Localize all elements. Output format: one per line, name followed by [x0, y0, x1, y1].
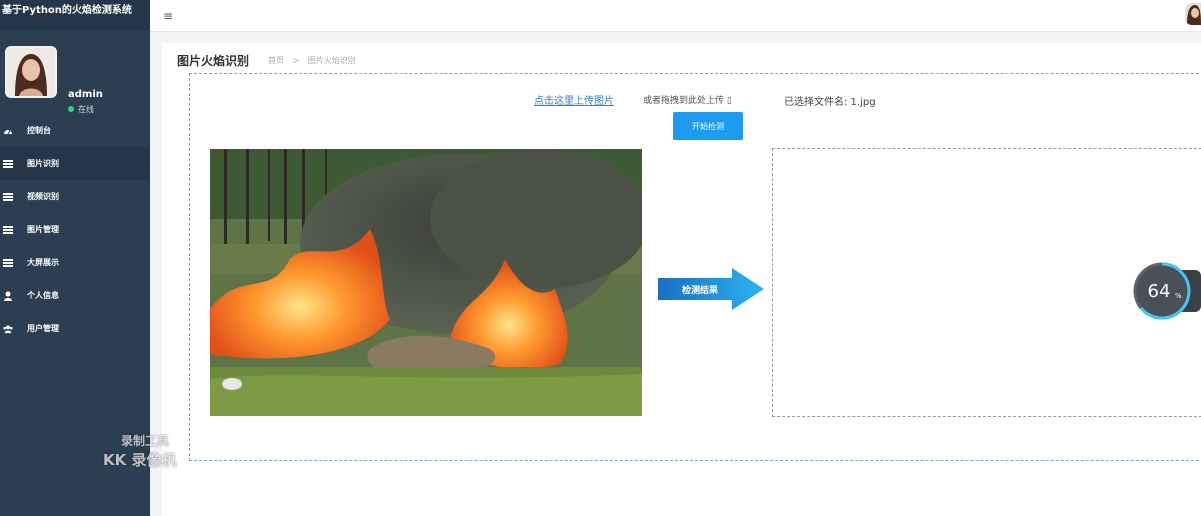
detection-result-arrow: 检测结果 [658, 268, 764, 310]
users-icon [3, 324, 13, 334]
menu-toggle-icon[interactable]: ≡ [163, 9, 173, 23]
online-dot-icon [68, 106, 74, 112]
app-title: 基于Python的火焰检测系统 [0, 0, 150, 30]
list-icon [3, 225, 13, 235]
selected-file-label: 已选择文件名: 1.jpg [784, 97, 876, 108]
list-icon [3, 192, 13, 202]
watermark-line1: 录制工具 [121, 434, 170, 448]
sidebar-item-image-recognition[interactable]: 图片识别 [0, 147, 150, 180]
sidebar-item-profile[interactable]: 个人信息 [0, 279, 150, 312]
sidebar-item-label: 图片识别 [27, 159, 59, 168]
sidebar-menu: 控制台 图片识别 视频识别 图片管理 大屏展示 个人信息 用户管理 [0, 114, 150, 345]
main-content: 图片火焰识别 首页 > 图片火焰识别 点击这里上传图片 或者拖拽到此处上传 ▯ … [162, 43, 1201, 516]
sidebar-item-label: 大屏展示 [27, 258, 59, 267]
watermark: 录制工具 KK 录像机 [103, 432, 176, 470]
top-bar: ≡ [150, 0, 1201, 32]
sidebar-item-video-recognition[interactable]: 视频识别 [0, 180, 150, 213]
sidebar-item-image-management[interactable]: 图片管理 [0, 213, 150, 246]
title-bar: 图片火焰识别 首页 > 图片火焰识别 [162, 43, 1201, 73]
sidebar-item-label: 视频识别 [27, 192, 59, 201]
progress-unit: % [1175, 292, 1182, 300]
upload-link[interactable]: 点击这里上传图片 [534, 92, 614, 107]
breadcrumb-home[interactable]: 首页 [268, 56, 284, 65]
drag-hint: 或者拖拽到此处上传 ▯ [643, 96, 732, 106]
start-detection-button[interactable]: 开始检测 [673, 112, 743, 140]
top-avatar[interactable] [1185, 3, 1201, 25]
sidebar-item-user-management[interactable]: 用户管理 [0, 312, 150, 345]
sidebar-item-big-screen[interactable]: 大屏展示 [0, 246, 150, 279]
sidebar-item-label: 图片管理 [27, 225, 59, 234]
dashboard-icon [3, 126, 13, 136]
list-icon [3, 159, 13, 169]
user-name: admin [68, 89, 103, 100]
uploaded-fire-image [210, 149, 642, 416]
breadcrumb-separator: > [292, 56, 300, 65]
avatar[interactable] [5, 46, 57, 98]
watermark-line2: KK 录像机 [103, 451, 177, 469]
sidebar-item-dashboard[interactable]: 控制台 [0, 114, 150, 147]
breadcrumb: 首页 > 图片火焰识别 [268, 55, 362, 66]
sidebar-item-label: 个人信息 [27, 291, 59, 300]
result-arrow-label: 检测结果 [682, 284, 719, 296]
list-icon [3, 258, 13, 268]
sidebar-item-label: 用户管理 [27, 324, 59, 333]
sidebar-item-label: 控制台 [27, 126, 51, 135]
breadcrumb-current: 图片火焰识别 [307, 56, 356, 65]
progress-widget[interactable]: 64 % [1133, 262, 1201, 320]
user-icon [3, 291, 13, 301]
user-status-label: 在线 [78, 105, 94, 114]
page-title: 图片火焰识别 [177, 54, 250, 68]
user-panel: admin 在线 [0, 30, 150, 116]
progress-percent: 64 [1148, 281, 1171, 302]
